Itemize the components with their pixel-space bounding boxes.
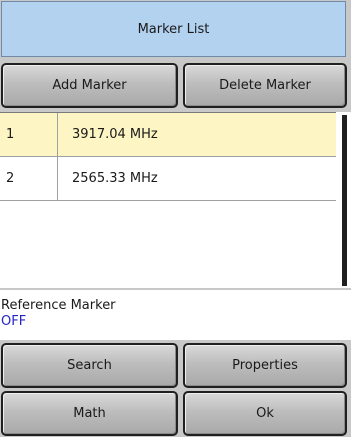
scrollbar-thumb[interactable]	[342, 115, 347, 286]
marker-list-dialog: Marker List Add Marker Delete Marker 1 3…	[0, 0, 351, 437]
reference-marker-value: OFF	[1, 314, 27, 329]
reference-marker-field[interactable]: Reference Marker OFF	[0, 290, 351, 340]
reference-marker-label: Reference Marker	[1, 298, 116, 313]
delete-marker-button[interactable]: Delete Marker	[183, 63, 347, 108]
marker-index: 1	[0, 113, 58, 156]
list-scrollbar[interactable]	[336, 112, 351, 288]
add-marker-button[interactable]: Add Marker	[1, 63, 178, 108]
dialog-title: Marker List	[137, 21, 210, 37]
ok-button[interactable]: Ok	[183, 391, 347, 436]
marker-row-2[interactable]: 2 2565.33 MHz	[0, 157, 336, 201]
math-button[interactable]: Math	[1, 391, 178, 436]
marker-frequency: 2565.33 MHz	[72, 171, 158, 186]
properties-button[interactable]: Properties	[183, 343, 347, 388]
marker-frequency: 3917.04 MHz	[72, 127, 158, 142]
marker-list: 1 3917.04 MHz 2 2565.33 MHz	[0, 112, 336, 288]
marker-row-1[interactable]: 1 3917.04 MHz	[0, 113, 336, 157]
search-button[interactable]: Search	[1, 343, 178, 388]
marker-index: 2	[0, 157, 58, 200]
dialog-title-bar: Marker List	[1, 1, 346, 57]
